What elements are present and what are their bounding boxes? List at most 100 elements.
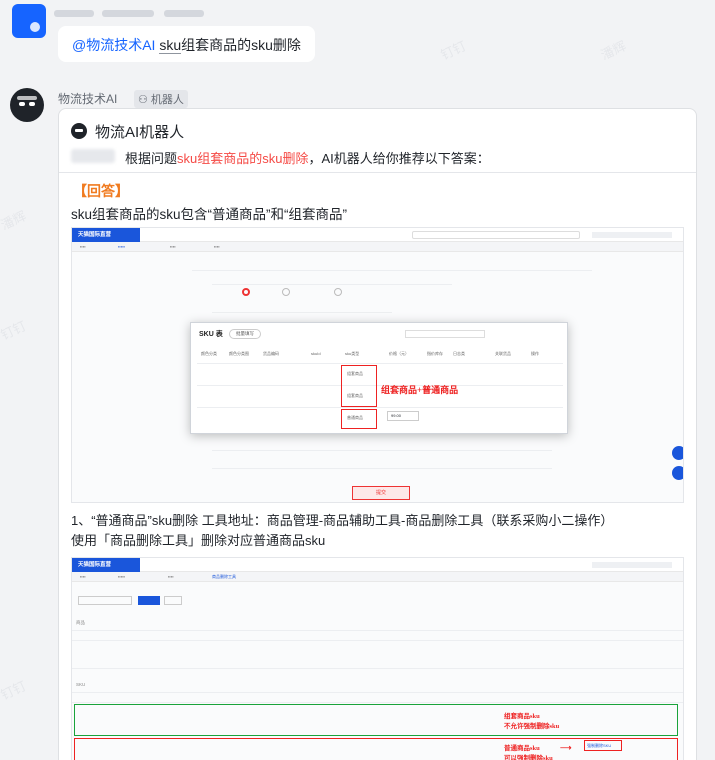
mini-tab: ▪▪▪▪ — [214, 244, 220, 249]
mini-tabs: ▪▪▪▪ ▪▪▪▪▪ ▪▪▪▪ 商品删除工具 — [72, 572, 683, 582]
mini-toolbar-icons — [592, 562, 672, 568]
bot-icon — [71, 123, 87, 139]
bot-tag: ⚇ 机器人 — [134, 90, 188, 108]
col-header: skuId — [311, 351, 321, 356]
price-input: 99.00 — [387, 411, 419, 421]
intro-highlight: sku组套商品的sku删除 — [177, 151, 309, 166]
chat-icon — [672, 466, 683, 480]
bot-avatar-visor — [17, 96, 37, 100]
col-header: 操作 — [531, 351, 539, 356]
mini-tab: ▪▪▪▪ — [168, 574, 174, 579]
col-header: 关联货品 — [495, 351, 511, 356]
dialog-search — [405, 330, 485, 338]
watermark: 钉钉 — [0, 678, 29, 703]
card-title: 物流AI机器人 — [95, 124, 185, 141]
watermark: 钉钉 — [438, 38, 469, 63]
quoted-message[interactable] — [54, 4, 264, 22]
annotation-normal: 普通商品sku — [504, 745, 540, 752]
question-keyword: sku — [159, 37, 182, 54]
col-header: 货品编码 — [263, 351, 279, 356]
question-message[interactable]: @物流技术AI sku组套商品的sku删除 — [58, 26, 315, 62]
mini-divider — [72, 702, 683, 703]
bot-avatar[interactable] — [10, 88, 44, 122]
screenshot-delete-tool[interactable]: 天猫国际直营 ▪▪▪▪ ▪▪▪▪▪ ▪▪▪▪ 商品删除工具 商品 SKU 组套商… — [71, 557, 684, 760]
step-instruction: 1、“普通商品”sku删除 工具地址：商品管理-商品辅助工具-商品删除工具（联系… — [71, 511, 686, 551]
bot-eye-icon — [29, 102, 35, 106]
answer-label: 【回答】 — [73, 183, 129, 199]
radio — [282, 288, 290, 296]
highlight-box — [341, 365, 377, 407]
mini-divider — [212, 468, 552, 469]
arrow-icon: ⟶ — [560, 743, 572, 752]
combo-sku-rows — [74, 704, 678, 736]
mention-link[interactable]: @物流技术AI — [72, 37, 155, 53]
card-header: 物流AI机器人 根据问题sku组套商品的sku删除，AI机器人给你推荐以下答案： — [59, 109, 696, 173]
annotation-combo: 组套商品sku — [504, 713, 540, 720]
mini-divider — [72, 692, 683, 693]
blurred-user-name — [71, 149, 115, 163]
watermark: 潘辉 — [598, 38, 629, 63]
section-sku: SKU — [76, 682, 86, 687]
card-intro: 根据问题sku组套商品的sku删除，AI机器人给你推荐以下答案： — [125, 148, 490, 167]
bot-eye-icon — [19, 102, 25, 106]
answer-card: 物流AI机器人 根据问题sku组套商品的sku删除，AI机器人给你推荐以下答案：… — [58, 108, 697, 760]
bot-name[interactable]: 物流技术AI — [58, 90, 117, 107]
step-line: 使用「商品删除工具」删除对应普通商品sku — [71, 533, 326, 548]
robot-icon: ⚇ — [138, 94, 151, 106]
mini-tab: ▪▪▪▪ — [80, 244, 86, 249]
mini-divider — [72, 668, 683, 669]
mini-search-input — [412, 231, 580, 239]
mini-reset-button — [164, 596, 182, 605]
sku-table-dialog: SKU 表 批量填写 颜色分类 颜色分类图 货品编码 skuId sku类型 价… — [190, 322, 568, 434]
mini-brand: 天猫国际直营 — [72, 558, 140, 572]
step-line: 1、“普通商品”sku删除 工具地址：商品管理-商品辅助工具-商品删除工具（联系… — [71, 513, 614, 528]
mini-brand: 天猫国际直营 — [72, 228, 140, 242]
mini-tabs: ▪▪▪▪ ▪▪▪▪▪ ▪▪▪▪ ▪▪▪▪ — [72, 242, 683, 252]
force-delete-link: 强制删除SKU — [587, 743, 612, 748]
question-text: 组套商品的sku删除 — [181, 37, 301, 53]
col-header: 颜色分类图 — [229, 351, 249, 356]
batch-fill-button: 批量填写 — [229, 329, 261, 339]
row-divider — [197, 363, 563, 364]
mini-tab: ▪▪▪▪▪ — [118, 244, 126, 249]
row-divider — [197, 407, 563, 408]
col-header: 颜色分类 — [201, 351, 217, 356]
mini-divider — [72, 640, 683, 641]
radio-selected — [242, 288, 250, 296]
dialog-title: SKU 表 — [199, 331, 223, 338]
mini-tab: ▪▪▪▪ — [80, 574, 86, 579]
answer-line: sku组套商品的sku包含“普通商品”和“组套商品” — [71, 207, 347, 222]
mini-toolbar-icons — [592, 232, 672, 238]
mini-divider — [212, 284, 452, 285]
mini-topbar: 天猫国际直营 — [72, 228, 683, 242]
col-header: sku类型 — [345, 351, 360, 356]
help-icon — [672, 446, 683, 460]
mini-search-button — [138, 596, 160, 605]
col-header: 指价库存 — [427, 351, 443, 356]
mini-tab-active: 商品删除工具 — [212, 574, 236, 579]
mini-topbar: 天猫国际直营 — [72, 558, 683, 572]
col-header: 价格（元） — [389, 351, 409, 356]
screenshot-sku-table[interactable]: 天猫国际直营 ▪▪▪▪ ▪▪▪▪▪ ▪▪▪▪ ▪▪▪▪ SKU 表 批量填写 颜… — [71, 227, 684, 503]
annotation-combo-note: 不允许强制删除sku — [504, 723, 560, 730]
submit-button: 提交 — [352, 486, 410, 500]
highlight-box — [341, 409, 377, 429]
col-header: 日志类 — [453, 351, 465, 356]
intro-suffix: ，AI机器人给你推荐以下答案： — [308, 151, 490, 166]
row-divider — [197, 385, 563, 386]
mini-input — [78, 596, 132, 605]
mini-divider — [72, 630, 683, 631]
radio — [334, 288, 342, 296]
mini-divider — [212, 450, 552, 451]
mini-tab: ▪▪▪▪ — [170, 244, 176, 249]
bot-tag-label: 机器人 — [150, 94, 184, 106]
mini-divider — [212, 312, 392, 313]
mini-divider — [192, 270, 592, 271]
annotation-normal-note: 可以强制删除sku — [504, 755, 553, 760]
watermark: 潘辉 — [0, 208, 29, 233]
intro-prefix: 根据问题 — [125, 151, 178, 166]
watermark: 钉钉 — [0, 318, 29, 343]
sender-avatar[interactable] — [12, 4, 46, 38]
section-goods: 商品 — [76, 620, 85, 625]
annotation-text: 组套商品+普通商品 — [381, 385, 459, 395]
